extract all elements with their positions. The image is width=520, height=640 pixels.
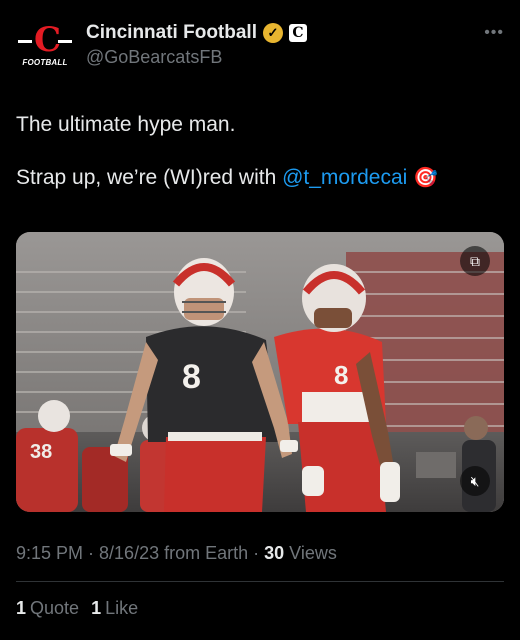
tweet-stats: 1 Quote 1 Like [16, 598, 138, 619]
mute-icon[interactable]: 🔇︎ [460, 466, 490, 496]
likes-stat[interactable]: 1 Like [91, 598, 138, 619]
avatar-logo-letter: C [34, 20, 62, 60]
views-label: Views [284, 543, 337, 563]
avatar[interactable]: C FOOTBALL [16, 18, 74, 70]
display-name-row: Cincinnati Football ✓ C [86, 22, 307, 44]
mention-link[interactable]: @t_mordecai [282, 166, 407, 189]
quotes-label: Quote [30, 598, 80, 618]
views-count: 30 [264, 543, 285, 563]
gif-icon[interactable]: ⧉ [460, 246, 490, 276]
tweet-line-1: The ultimate hype man. [16, 113, 236, 136]
avatar-label: FOOTBALL [22, 58, 68, 67]
jersey-number-front: 8 [182, 358, 201, 396]
tweet-header: C FOOTBALL Cincinnati Football ✓ C @GoBe… [16, 18, 504, 74]
verified-icon[interactable]: ✓ [263, 23, 283, 43]
video-frame: 38 8 8 [16, 232, 504, 512]
quotes-count: 1 [16, 598, 27, 618]
tweet-meta: 9:15 PM · 8/16/23 from Earth · 30 Views [16, 543, 337, 564]
likes-count: 1 [91, 598, 102, 618]
jersey-number-left: 38 [30, 441, 52, 463]
jersey-number-right: 8 [334, 360, 348, 390]
display-name[interactable]: Cincinnati Football [86, 22, 257, 44]
timestamp[interactable]: 9:15 PM · 8/16/23 from Earth · [16, 543, 264, 563]
tweet-line-2-text: Strap up, we’re (WI)red with [16, 166, 283, 189]
dart-emoji-icon: 🎯 [413, 167, 439, 189]
tweet-text: The ultimate hype man. Strap up, we’re (… [16, 112, 504, 191]
avatar-stripe-left [18, 40, 32, 43]
more-options-icon[interactable]: ••• [484, 24, 504, 42]
tweet-media-video[interactable]: 38 8 8 ⧉ 🔇︎ [16, 232, 504, 512]
tweet-line-2: Strap up, we’re (WI)red with @t_mordecai… [16, 165, 504, 191]
likes-label: Like [105, 598, 139, 618]
divider [16, 581, 504, 582]
account-names: Cincinnati Football ✓ C @GoBearcatsFB [86, 22, 307, 68]
quotes-stat[interactable]: 1 Quote [16, 598, 79, 619]
affiliate-badge-icon[interactable]: C [289, 24, 307, 42]
account-handle[interactable]: @GoBearcatsFB [86, 47, 307, 68]
